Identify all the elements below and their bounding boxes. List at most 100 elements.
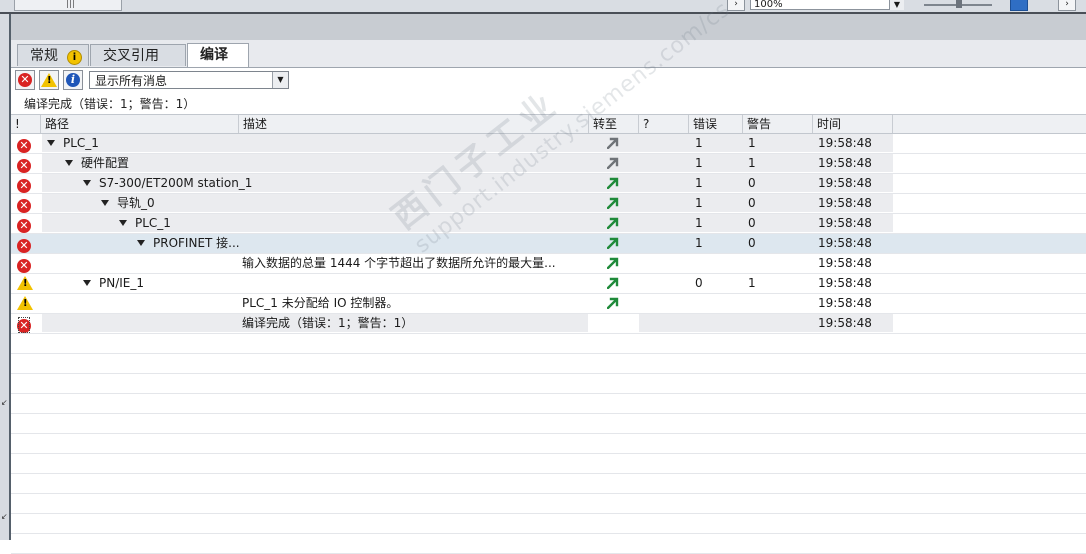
time-cell: 19:58:48 <box>818 176 872 190</box>
error-icon: ✕ <box>17 236 31 254</box>
col-goto[interactable]: 转至 <box>589 115 639 133</box>
empty-row <box>11 514 1086 534</box>
error-icon: ✕ <box>17 176 31 194</box>
error-icon: ✕ <box>17 256 31 274</box>
collapse-arrow-icon[interactable]: ↙ <box>1 398 8 407</box>
path-text: PLC_1 <box>135 216 171 230</box>
tab-cross-reference-label: 交叉引用 <box>103 48 159 64</box>
col-warnings[interactable]: 警告 <box>743 115 813 133</box>
col-time[interactable]: 时间 <box>813 115 893 133</box>
chevron-down-icon[interactable] <box>137 239 145 246</box>
time-cell: 19:58:48 <box>818 136 872 150</box>
path-cell[interactable]: 硬件配置 <box>65 154 129 172</box>
top-strip: ||| › 100% ▼ › <box>0 0 1086 14</box>
fit-view-button[interactable] <box>1010 0 1028 11</box>
errors-cell: 1 <box>695 136 703 150</box>
warnings-cell: 1 <box>748 276 756 290</box>
goto-arrow-icon[interactable] <box>606 217 619 230</box>
time-cell: 19:58:48 <box>818 316 872 330</box>
goto-arrow-icon[interactable] <box>606 237 619 250</box>
description-cell: 输入数据的总量 1444 个字节超出了数据所允许的最大量... <box>242 256 556 270</box>
table-row[interactable]: ✕ 编译完成（错误：1；警告：1） 19:58:48 <box>11 314 1086 334</box>
zoom-slider-handle[interactable] <box>956 0 962 8</box>
show-info-button[interactable]: i <box>63 70 83 90</box>
warning-icon: ! <box>41 73 57 87</box>
warnings-cell: 0 <box>748 196 756 210</box>
goto-arrow-icon[interactable] <box>606 197 619 210</box>
warnings-cell: 1 <box>748 156 756 170</box>
table-body: ✕ PLC_1 1 1 19:58:48 ✕ 硬件配置 1 1 19:58:48 ✕ S7-300/E… <box>11 134 1086 554</box>
errors-cell: 1 <box>695 196 703 210</box>
empty-row <box>11 474 1086 494</box>
table-row[interactable]: ! PN/IE_1 0 1 19:58:48 <box>11 274 1086 294</box>
show-warnings-button[interactable]: ! <box>39 70 59 90</box>
tab-cross-reference[interactable]: 交叉引用 <box>90 44 186 66</box>
path-cell[interactable]: S7-300/ET200M station_1 <box>83 174 252 192</box>
path-cell[interactable]: PLC_1 <box>47 134 99 152</box>
warning-icon: ! <box>17 296 33 314</box>
error-icon: ✕ <box>17 316 31 334</box>
collapse-arrow-icon-2[interactable]: ↙ <box>1 512 8 521</box>
tab-compile[interactable]: 编译 <box>187 43 249 67</box>
path-cell[interactable]: PLC_1 <box>119 214 171 232</box>
table-row[interactable]: ✕ PLC_1 1 1 19:58:48 <box>11 134 1086 154</box>
goto-arrow-icon[interactable] <box>606 297 619 310</box>
path-cell[interactable]: PROFINET 接... <box>137 234 240 252</box>
scroll-right-button-2[interactable]: › <box>1058 0 1076 11</box>
chevron-down-icon[interactable] <box>65 159 73 166</box>
goto-arrow-icon[interactable] <box>606 257 619 270</box>
warnings-cell: 1 <box>748 136 756 150</box>
scroll-right-button[interactable]: › <box>727 0 745 11</box>
warnings-cell: 0 <box>748 236 756 250</box>
time-cell: 19:58:48 <box>818 156 872 170</box>
chevron-down-icon[interactable] <box>119 219 127 226</box>
goto-arrow-icon[interactable] <box>606 157 619 170</box>
error-icon: ✕ <box>17 216 31 234</box>
goto-arrow-icon[interactable] <box>606 177 619 190</box>
warnings-cell: 0 <box>748 176 756 190</box>
path-text: 导轨_0 <box>117 196 155 210</box>
chevron-down-icon[interactable] <box>47 139 55 146</box>
time-cell: 19:58:48 <box>818 296 872 310</box>
col-flag[interactable]: ! <box>11 115 41 133</box>
message-filter-select[interactable]: 显示所有消息 ▼ <box>89 71 289 89</box>
table-row[interactable]: ✕ 输入数据的总量 1444 个字节超出了数据所允许的最大量... 19:58:48 <box>11 254 1086 274</box>
col-path[interactable]: 路径 <box>41 115 239 133</box>
path-cell[interactable]: PN/IE_1 <box>83 274 144 292</box>
chevron-down-icon[interactable] <box>83 179 91 186</box>
goto-arrow-icon[interactable] <box>606 277 619 290</box>
errors-cell: 0 <box>695 276 703 290</box>
chevron-down-icon[interactable] <box>83 279 91 286</box>
inspector-header-band <box>11 14 1086 41</box>
zoom-select[interactable]: 100% <box>750 0 904 10</box>
chevron-down-icon[interactable] <box>101 199 109 206</box>
table-row[interactable]: ✕ 导轨_0 1 0 19:58:48 <box>11 194 1086 214</box>
compile-summary: 编译完成（错误：1；警告：1） <box>24 97 196 111</box>
goto-arrow-icon[interactable] <box>606 137 619 150</box>
table-row[interactable]: ✕ 硬件配置 1 1 19:58:48 <box>11 154 1086 174</box>
table-row[interactable]: ✕ S7-300/ET200M station_1 1 0 19:58:48 <box>11 174 1086 194</box>
message-filter-value: 显示所有消息 <box>95 74 168 88</box>
tab-general[interactable]: 常规 i <box>17 44 89 66</box>
col-errors[interactable]: 错误 <box>689 115 743 133</box>
scroll-grip-icon[interactable]: ||| <box>66 0 80 9</box>
table-row[interactable]: ✕ PLC_1 1 0 19:58:48 <box>11 214 1086 234</box>
zoom-value: 100% <box>754 0 783 10</box>
errors-cell: 1 <box>695 236 703 250</box>
inspector-tabs: 常规 i 交叉引用 编译 <box>11 40 1086 68</box>
empty-row <box>11 334 1086 354</box>
show-errors-button[interactable]: ✕ <box>15 70 35 90</box>
chevron-down-icon[interactable]: ▼ <box>272 72 288 88</box>
col-help[interactable]: ? <box>639 115 689 133</box>
row-shade <box>42 194 893 212</box>
left-panel-edge: ↙ ↙ <box>0 14 11 540</box>
path-cell[interactable]: 导轨_0 <box>101 194 155 212</box>
zoom-dropdown-icon[interactable]: ▼ <box>889 0 904 10</box>
col-description[interactable]: 描述 <box>239 115 589 133</box>
info-badge-icon: i <box>67 50 82 65</box>
table-row[interactable]: ✕ PROFINET 接... 1 0 19:58:48 <box>11 234 1086 254</box>
table-row[interactable]: ! PLC_1 未分配给 IO 控制器。 19:58:48 <box>11 294 1086 314</box>
empty-row <box>11 434 1086 454</box>
warnings-cell: 0 <box>748 216 756 230</box>
empty-row <box>11 374 1086 394</box>
